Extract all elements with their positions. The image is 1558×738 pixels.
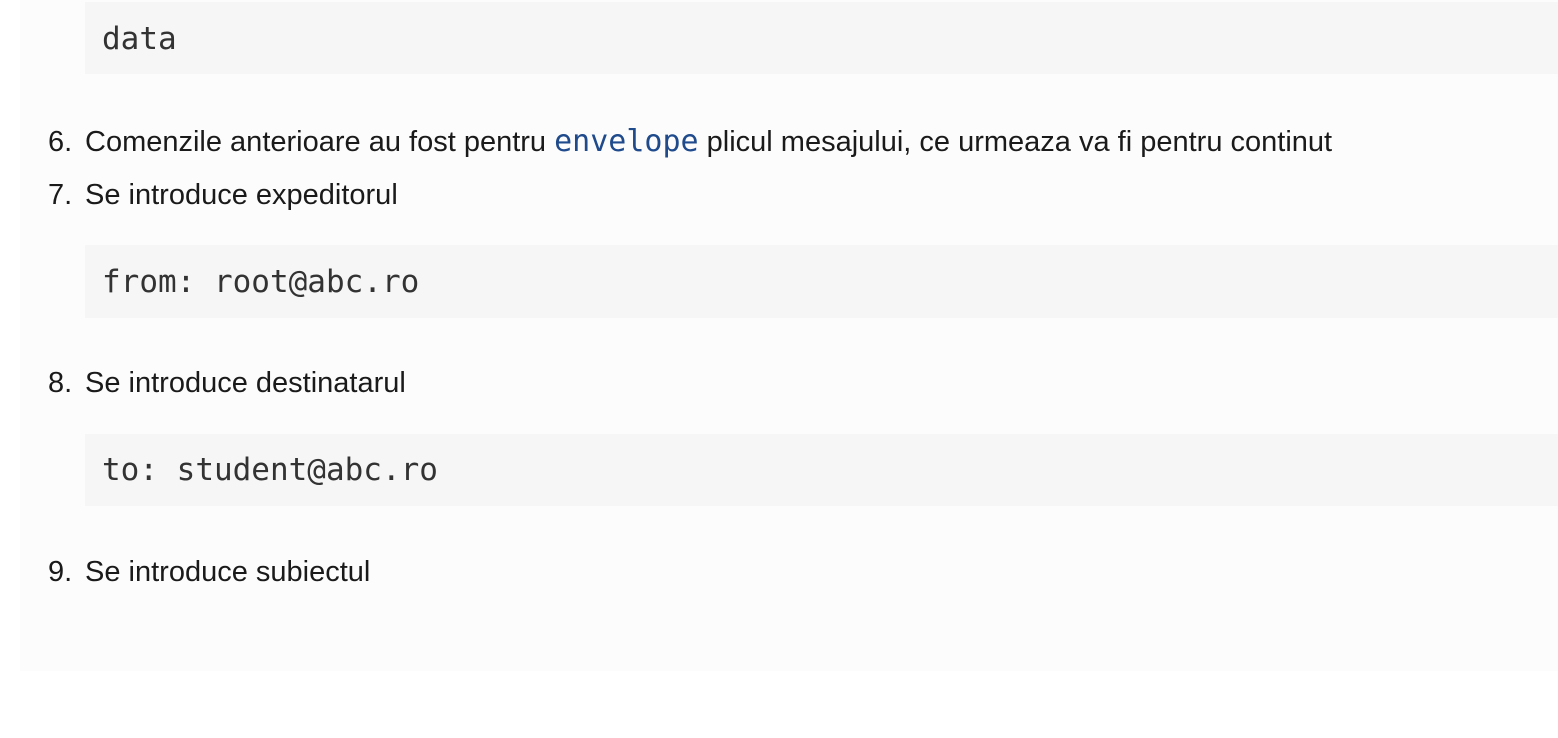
list-item-9: 9. Se introduce subiectul: [48, 555, 370, 589]
list-item-text: Se introduce expeditorul: [85, 179, 398, 211]
list-item-text: Se introduce destinatarul: [85, 367, 406, 399]
list-item-number: 8.: [48, 367, 73, 399]
inline-code-envelope: envelope: [554, 124, 699, 159]
list-item-6: 6. Comenzile anterioare au fost pentru en…: [48, 125, 1332, 159]
code-block-data: data: [85, 2, 1558, 74]
list-item-number: 7.: [48, 179, 73, 211]
list-item-number: 9.: [48, 556, 73, 588]
list-item-text-after: plicul mesajului, ce urmeaza va fi pentr…: [698, 126, 1333, 158]
list-item-text: Se introduce subiectul: [85, 556, 371, 588]
list-item-number: 6.: [48, 126, 73, 158]
list-item-text-before: Comenzile anterioare au fost pentru: [85, 126, 555, 158]
code-block-from: from: root@abc.ro: [85, 245, 1558, 318]
list-item-7: 7. Se introduce expeditorul: [48, 178, 398, 212]
code-block-to: to: student@abc.ro: [85, 434, 1558, 506]
list-item-8: 8. Se introduce destinatarul: [48, 366, 406, 400]
